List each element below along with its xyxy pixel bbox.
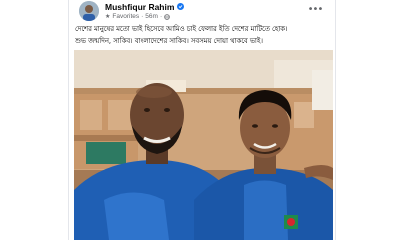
post-time[interactable]: 56m	[145, 13, 158, 20]
post-text-line: দেশের মানুষের মতো ভাই হিসেবে আমিও চাই ফে…	[75, 25, 288, 33]
facebook-post-card: Mushfiqur Rahim ★ Favorites · 56m · ••• …	[68, 0, 336, 240]
post-text-line: শুভ জন্মদিন, সাকিব। বাংলাদেশের সাকিব। সব…	[75, 37, 263, 45]
meta-separator: ·	[159, 13, 163, 20]
author-row: Mushfiqur Rahim	[105, 1, 185, 12]
verified-badge-icon	[177, 3, 185, 10]
author-avatar[interactable]	[79, 1, 99, 21]
post-header: Mushfiqur Rahim ★ Favorites · 56m · •••	[69, 0, 335, 22]
author-name[interactable]: Mushfiqur Rahim	[105, 2, 174, 12]
globe-icon	[164, 13, 170, 20]
star-icon: ★	[105, 14, 111, 20]
post-meta: ★ Favorites · 56m ·	[105, 12, 170, 21]
meta-separator: ·	[141, 13, 144, 20]
audience-label[interactable]: Favorites	[112, 13, 139, 20]
post-text: দেশের মানুষের মতো ভাই হিসেবে আমিও চাই ফে…	[75, 23, 331, 47]
post-photo[interactable]	[74, 50, 333, 240]
more-options-icon[interactable]: •••	[307, 2, 324, 16]
